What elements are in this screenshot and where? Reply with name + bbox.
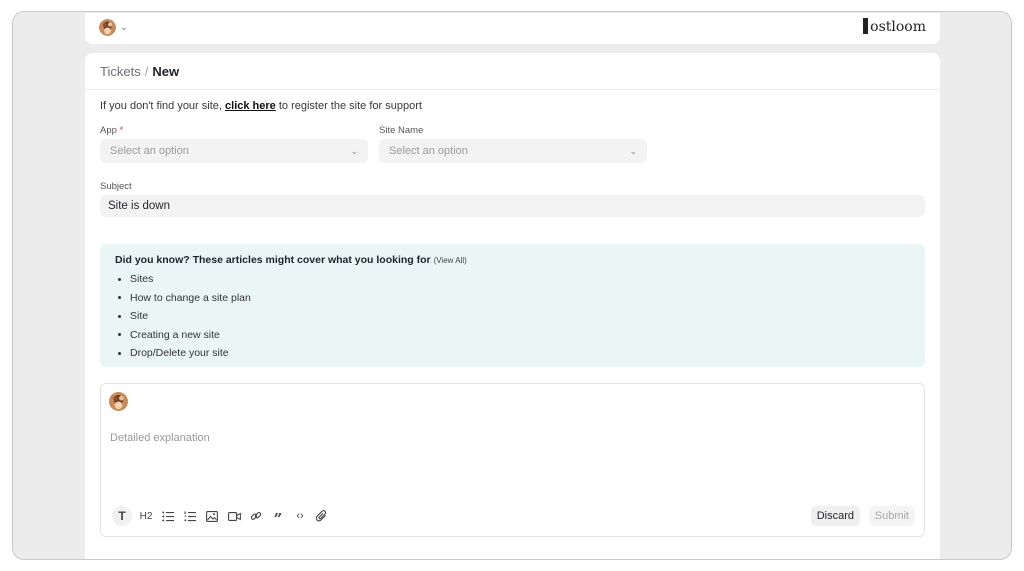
attachment-icon[interactable] — [314, 507, 330, 525]
view-all-link[interactable]: (View All) — [434, 256, 467, 265]
user-avatar — [109, 392, 128, 411]
breadcrumb-tickets-link[interactable]: Tickets — [100, 64, 141, 79]
description-editor[interactable]: Detailed explanation T H2 ” ‹› Discard S… — [100, 383, 925, 537]
discard-button[interactable]: Discard — [810, 506, 860, 526]
bullet-icon — [118, 351, 121, 355]
notice-suffix: to register the site for support — [275, 100, 422, 112]
article-link-text: Sites — [130, 273, 154, 285]
article-link[interactable]: Drop/Delete your site — [115, 344, 910, 363]
site-name-select-placeholder: Select an option — [389, 145, 468, 157]
suggested-articles-title: Did you know? These articles might cover… — [115, 254, 910, 266]
description-placeholder: Detailed explanation — [110, 432, 210, 444]
breadcrumb: Tickets / New — [85, 53, 940, 90]
brand-logo-text: ostloom — [870, 19, 926, 35]
video-icon[interactable] — [226, 507, 242, 525]
image-icon[interactable] — [204, 507, 220, 525]
suggested-articles-list: Sites How to change a site plan Site Cre… — [115, 270, 910, 363]
subject-label: Subject — [100, 181, 132, 192]
user-avatar — [99, 19, 116, 36]
chevron-down-icon: ⌄ — [120, 22, 128, 32]
app-select[interactable]: Select an option ⌄ — [100, 139, 368, 163]
browser-frame: ⌄ ostloom Tickets / New If you don't fin… — [12, 11, 1012, 560]
bullet-icon — [118, 296, 121, 300]
app-select-placeholder: Select an option — [110, 145, 189, 157]
article-link[interactable]: How to change a site plan — [115, 289, 910, 308]
brand-logo: ostloom — [863, 18, 926, 35]
site-name-label: Site Name — [379, 125, 424, 136]
notice-prefix: If you don't find your site, — [100, 100, 226, 112]
article-link-text: Site — [130, 310, 149, 322]
breadcrumb-current: New — [152, 63, 180, 79]
article-link-text: Creating a new site — [130, 328, 220, 341]
register-site-notice: If you don't find your site, click here … — [100, 100, 422, 112]
suggested-articles-heading: Did you know? These articles might cover… — [115, 254, 431, 266]
text-icon[interactable]: T — [112, 506, 132, 526]
article-link-text: How to change a site plan — [130, 291, 251, 304]
bullet-list-icon[interactable] — [160, 507, 176, 525]
submit-button[interactable]: Submit — [868, 506, 915, 526]
site-name-select[interactable]: Select an option ⌄ — [379, 139, 647, 163]
required-mark: * — [119, 125, 124, 136]
chevron-down-icon: ⌄ — [629, 145, 637, 156]
subject-input[interactable]: Site is down — [100, 195, 925, 217]
article-link-text: Drop/Delete your site — [130, 347, 229, 359]
numbered-list-icon[interactable] — [182, 507, 198, 525]
editor-toolbar: T H2 ” ‹› — [112, 506, 330, 526]
user-menu[interactable]: ⌄ — [99, 19, 128, 36]
article-link[interactable]: Sites — [115, 270, 910, 289]
article-link[interactable]: Creating a new site — [115, 326, 910, 345]
article-link[interactable]: Site — [115, 307, 910, 326]
link-icon[interactable] — [248, 507, 264, 525]
heading-2-icon[interactable]: H2 — [138, 507, 154, 525]
register-site-link[interactable]: click here — [225, 100, 276, 112]
code-icon[interactable]: ‹› — [292, 507, 308, 525]
breadcrumb-separator: / — [144, 63, 149, 79]
app-label-text: App — [100, 125, 117, 136]
bullet-icon — [118, 333, 121, 337]
ticket-form-card: Tickets / New If you don't find your sit… — [85, 53, 940, 559]
chevron-down-icon: ⌄ — [350, 145, 358, 156]
quote-icon[interactable]: ” — [270, 507, 286, 526]
app-label: App * — [100, 125, 123, 136]
subject-value: Site is down — [108, 200, 171, 212]
bullet-icon — [118, 277, 121, 281]
suggested-articles-panel: Did you know? These articles might cover… — [100, 244, 925, 367]
bullet-icon — [118, 314, 121, 318]
top-nav: ⌄ ostloom — [85, 13, 940, 44]
